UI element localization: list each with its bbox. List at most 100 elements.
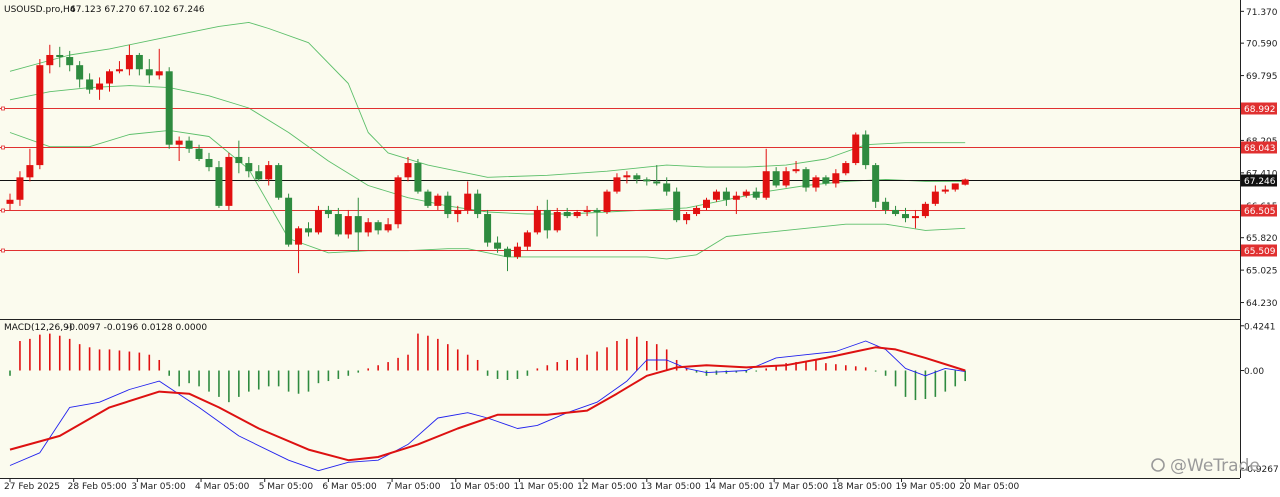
candle-body (712, 191, 720, 200)
header-instrument: USOUSD.pro,H4 (4, 5, 76, 15)
candle-body (16, 177, 24, 200)
time-axis-label: 11 Mar 05:00 (513, 482, 573, 492)
candle-body (145, 69, 153, 76)
candle-body (722, 191, 730, 200)
candle-body (185, 140, 193, 149)
time-axis-label: 19 Mar 05:00 (896, 482, 956, 492)
candle-body (832, 173, 840, 184)
candle-body (663, 183, 671, 192)
time-axis-label: 4 Mar 05:00 (195, 482, 250, 492)
candle-body (314, 209, 322, 233)
candle-body (752, 191, 760, 198)
candle-body (374, 222, 382, 231)
candle-body (265, 165, 273, 180)
candle-body (46, 54, 54, 66)
candle-body (623, 175, 631, 178)
candle-body (872, 165, 880, 202)
time-axis-label: 27 Feb 2025 (4, 482, 60, 492)
time-axis-label: 3 Mar 05:00 (131, 482, 186, 492)
price-pane[interactable] (0, 0, 1240, 319)
price-axis-tick-label: 65.025 (1246, 267, 1278, 277)
candle-body (135, 54, 143, 70)
time-axis-label: 6 Mar 05:00 (322, 482, 377, 492)
candle-body (653, 181, 661, 184)
candle-body (782, 171, 790, 186)
candle-body (842, 163, 850, 174)
candle-body (305, 228, 312, 233)
candle-body (852, 134, 860, 164)
macd-axis-tick-label: 0.00 (1244, 367, 1264, 377)
candle-body (513, 246, 521, 257)
candle-body (553, 212, 561, 231)
candle-body (474, 193, 482, 215)
candle-body (494, 242, 502, 249)
candle-body (66, 57, 74, 66)
candle (533, 205, 541, 235)
candle-body (285, 197, 293, 245)
candle (215, 161, 223, 208)
time-axis-label: 18 Mar 05:00 (832, 482, 892, 492)
candle-body (235, 156, 243, 164)
candle (474, 189, 482, 219)
candle (285, 193, 293, 247)
candle (862, 130, 870, 170)
macd-header-label: MACD(12,26,9) (4, 323, 72, 333)
candle (225, 152, 233, 210)
price-axis-tick-label: 65.820 (1246, 234, 1278, 244)
time-axis-label: 5 Mar 05:00 (259, 482, 314, 492)
chart-svg: 71.37070.59069.79568.20567.41066.61565.8… (0, 0, 1280, 493)
candle-body (26, 165, 34, 178)
macd-axis-tick-label: 0.4241 (1244, 322, 1276, 332)
candle-body (125, 54, 133, 70)
level-anchor-icon (1, 145, 5, 150)
candle-body (195, 148, 203, 159)
candle (36, 59, 44, 170)
candle-body (324, 209, 332, 215)
candle-body (742, 191, 750, 196)
candle (484, 209, 492, 247)
candle (603, 189, 611, 215)
candle-body (295, 228, 303, 245)
candle (275, 163, 283, 200)
candle-body (603, 191, 611, 212)
candle (394, 175, 402, 229)
time-axis-label: 10 Mar 05:00 (450, 482, 510, 492)
candle-body (364, 222, 372, 233)
candle (414, 158, 422, 194)
candle-body (484, 214, 492, 243)
level-anchor-icon (1, 106, 5, 111)
candle-body (593, 209, 601, 212)
candle-body (931, 191, 939, 204)
level-price-label: 65.509 (1244, 247, 1276, 257)
time-axis-label: 12 Mar 05:00 (577, 482, 637, 492)
candle-body (703, 199, 710, 208)
candle-body (802, 169, 810, 188)
candle-body (215, 167, 223, 206)
candle-body (523, 232, 531, 247)
candle-body (334, 214, 342, 235)
candle-body (822, 177, 830, 184)
candle-body (394, 177, 402, 225)
candle-body (762, 171, 770, 198)
candle (842, 161, 850, 176)
chart-window: 71.37070.59069.79568.20567.41066.61565.8… (0, 0, 1280, 493)
candle (165, 67, 173, 149)
candle-body (86, 79, 94, 90)
candle-body (772, 171, 780, 186)
candle (314, 205, 322, 235)
candle-body (573, 212, 581, 217)
candle-body (613, 177, 621, 192)
candle-body (404, 163, 412, 178)
candle (921, 201, 929, 219)
candle-body (504, 248, 511, 257)
candle-body (812, 177, 820, 188)
candle-body (275, 165, 283, 198)
candle-body (444, 195, 452, 215)
candle-body (464, 193, 472, 210)
candle-body (921, 203, 929, 217)
candle-body (384, 224, 392, 231)
candle-body (414, 163, 422, 192)
level-price-label: 66.505 (1244, 207, 1276, 217)
header-ohlc: 67.123 67.270 67.102 67.246 (70, 5, 205, 15)
time-axis-label: 13 Mar 05:00 (641, 482, 701, 492)
